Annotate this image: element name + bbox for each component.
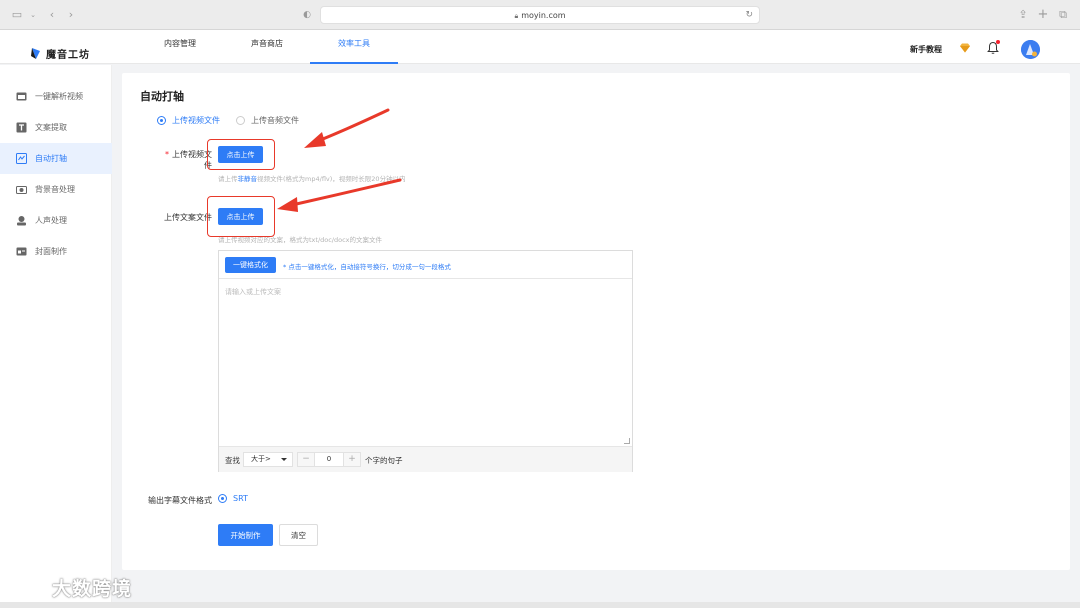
address-bar[interactable]: 🔒︎ moyin.com ↻: [320, 6, 760, 24]
comparison-select[interactable]: 大于>: [243, 452, 293, 467]
sidebar-item-auto-timeline[interactable]: 自动打轴: [0, 143, 112, 174]
script-upload-label: 上传文案文件: [164, 213, 212, 222]
radio-upload-video[interactable]: [157, 116, 166, 125]
find-bar: 查找 大于> − 0 + 个字的句子: [219, 446, 632, 472]
required-mark: *: [165, 150, 169, 159]
main-panel: 自动打轴 上传视频文件 上传音频文件 * 上传视频文件 点击上传 请上传非静音视频…: [122, 73, 1070, 570]
sidebar-item-text-extract[interactable]: 文案提取: [0, 112, 112, 143]
forward-icon[interactable]: ›: [64, 8, 78, 22]
radio-srt[interactable]: [218, 494, 227, 503]
sidebar-item-cover[interactable]: 封面制作: [0, 236, 112, 267]
textarea-placeholder: 请输入或上传文案: [225, 288, 281, 296]
sidebar-item-label: 一键解析视频: [35, 92, 83, 101]
sidebar-item-voice[interactable]: 人声处理: [0, 205, 112, 236]
tab-efficiency-tools[interactable]: 效率工具: [310, 38, 398, 64]
sidebar-item-label: 文案提取: [35, 123, 67, 132]
sidebar-item-bg-audio[interactable]: 背景音处理: [0, 174, 112, 205]
watermark-text: 大数跨境: [52, 578, 133, 600]
resize-handle[interactable]: [624, 438, 630, 444]
top-navigation: 魔音工坊 内容管理 声音商店 效率工具 新手教程: [0, 30, 1080, 64]
caret-down-icon: [281, 458, 287, 461]
reload-icon[interactable]: ↻: [745, 7, 753, 24]
length-stepper[interactable]: − 0 +: [297, 452, 361, 467]
auto-timeline-icon: [16, 153, 27, 164]
watermark: 大数跨境: [8, 574, 132, 601]
video-upload-label-text: 上传视频文件: [172, 150, 212, 170]
find-label: 查找: [225, 456, 240, 465]
bg-audio-icon: [16, 186, 27, 194]
brand-name: 魔音工坊: [46, 49, 90, 61]
avatar[interactable]: [1021, 40, 1040, 59]
radio-upload-video-label[interactable]: 上传视频文件: [172, 115, 220, 126]
browser-toolbar: ▭ ⌄ ‹ › ◐ 🔒︎ moyin.com ↻ ⇪ + ⧉: [0, 0, 1080, 30]
text-extract-icon: [16, 122, 27, 133]
new-tab-icon[interactable]: +: [1036, 8, 1050, 22]
output-format-label: 输出字幕文件格式: [148, 496, 212, 505]
video-parse-icon: [16, 92, 27, 101]
video-upload-label: * 上传视频文件: [158, 149, 212, 171]
sidebar-item-label: 封面制作: [35, 247, 67, 256]
hint-prefix: 请上传: [218, 175, 238, 183]
sidebar-toggle-icon[interactable]: ▭: [10, 8, 24, 22]
tabs-overview-icon[interactable]: ⧉: [1056, 8, 1070, 22]
unit-label: 个字的句子: [365, 456, 403, 465]
editor-toolbar: 一键格式化 * 点击一键格式化，自动接符号换行，切分成一句一段格式: [219, 251, 632, 279]
video-upload-hint: 请上传非静音视频文件(格式为mp4/flv)，视频时长限20分钟以内: [218, 173, 406, 183]
annotation-box-script-upload: [207, 196, 275, 237]
sidebar-item-video-parse[interactable]: 一键解析视频: [0, 81, 112, 112]
stepper-minus-button[interactable]: −: [298, 453, 314, 466]
start-button[interactable]: 开始制作: [218, 524, 273, 546]
output-format-radio[interactable]: SRT: [218, 494, 248, 503]
cover-icon: [16, 247, 27, 256]
logo-mark-icon: [31, 47, 40, 59]
upload-type-radio-group: 上传视频文件 上传音频文件: [157, 115, 299, 126]
hint-highlight: 非静音: [237, 175, 258, 183]
sidebar-item-label: 背景音处理: [35, 185, 75, 194]
format-hint: * 点击一键格式化，自动接符号换行，切分成一句一段格式: [283, 263, 451, 271]
diamond-icon[interactable]: [959, 43, 971, 53]
stepper-value[interactable]: 0: [314, 453, 344, 466]
window-bottom-edge: [0, 602, 1080, 608]
voice-icon: [17, 216, 26, 226]
lock-icon: 🔒︎: [514, 12, 519, 20]
back-icon[interactable]: ‹: [45, 8, 59, 22]
tab-voice-store[interactable]: 声音商店: [251, 38, 283, 64]
brand-logo[interactable]: 魔音工坊: [30, 46, 90, 61]
hint-suffix: 视频文件(格式为mp4/flv)，视频时长限20分钟以内: [257, 175, 406, 183]
notification-dot: [996, 40, 1000, 44]
format-button[interactable]: 一键格式化: [225, 257, 276, 273]
sidebar-item-label: 自动打轴: [35, 154, 67, 163]
watermark-logo-icon: [9, 574, 42, 598]
annotation-box-video-upload: [207, 139, 275, 170]
script-editor: 一键格式化 * 点击一键格式化，自动接符号换行，切分成一句一段格式 请输入或上传…: [218, 250, 633, 472]
radio-upload-audio[interactable]: [236, 116, 245, 125]
page-title: 自动打轴: [140, 90, 184, 103]
tutorial-link[interactable]: 新手教程: [910, 44, 942, 55]
url-text: moyin.com: [521, 11, 566, 20]
privacy-shield-icon[interactable]: ◐: [300, 8, 314, 22]
clear-button[interactable]: 清空: [279, 524, 318, 546]
tab-content-management[interactable]: 内容管理: [164, 38, 196, 64]
sidebar-item-label: 人声处理: [35, 216, 67, 225]
stepper-plus-button[interactable]: +: [344, 453, 360, 466]
radio-upload-audio-label[interactable]: 上传音频文件: [251, 115, 299, 126]
share-icon[interactable]: ⇪: [1016, 8, 1030, 22]
select-value: 大于>: [251, 455, 271, 463]
chevron-down-icon[interactable]: ⌄: [26, 8, 40, 22]
avatar-image-icon: [1021, 40, 1040, 59]
script-textarea[interactable]: 请输入或上传文案: [219, 279, 632, 446]
sidebar: 一键解析视频 文案提取 自动打轴 背景音处理 人声处理 封面制作: [0, 65, 112, 608]
radio-srt-label[interactable]: SRT: [233, 494, 248, 503]
